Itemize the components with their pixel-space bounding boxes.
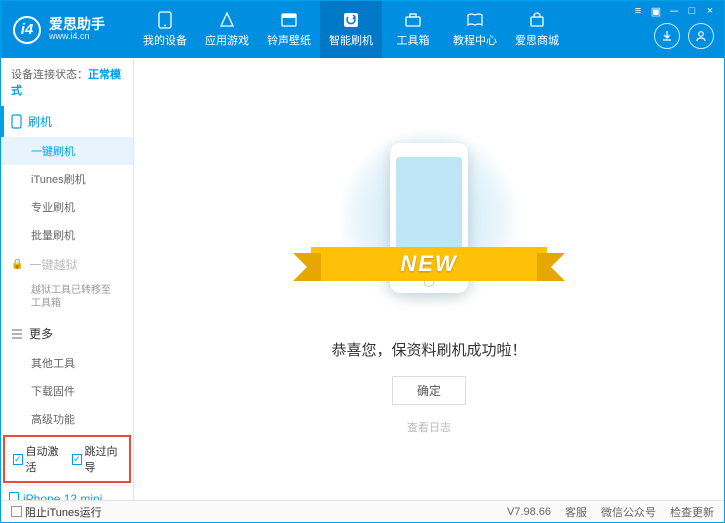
toolbox-icon (404, 11, 422, 29)
logo-icon: i4 (13, 16, 41, 44)
close-button[interactable]: × (702, 4, 718, 18)
nav-my-device[interactable]: 我的设备 (134, 1, 196, 58)
main-content: NEW 恭喜您，保资料刷机成功啦！ 确定 查看日志 (134, 58, 724, 500)
maximize-button[interactable]: □ (684, 4, 700, 18)
skin-icon[interactable]: ▣ (648, 4, 664, 18)
phone-small-icon (11, 114, 22, 129)
transfer-note: 越狱工具已转移至 工具箱 (1, 280, 133, 318)
nav-label: 教程中心 (453, 32, 497, 48)
version-label: V7.98.66 (507, 506, 551, 518)
ribbon-text: NEW (311, 247, 547, 281)
checkbox-auto-activate[interactable]: ✓自动激活 (13, 443, 62, 475)
minimize-button[interactable]: － (666, 4, 682, 18)
sidebar: 设备连接状态：正常模式 刷机 一键刷机 iTunes刷机 专业刷机 批量刷机 🔒… (1, 58, 134, 500)
nav-tutorials[interactable]: 教程中心 (444, 1, 506, 58)
device-block[interactable]: iPhone 12 mini 64GB Down-12mini-13,1 (1, 485, 133, 500)
phone-icon (156, 11, 174, 29)
sidebar-item-itunes-flash[interactable]: iTunes刷机 (1, 165, 133, 193)
nav-label: 我的设备 (143, 32, 187, 48)
nav-label: 应用游戏 (205, 32, 249, 48)
nav-toolbox[interactable]: 工具箱 (382, 1, 444, 58)
window-controls: ≡ ▣ － □ × (624, 1, 724, 21)
sidebar-item-batch-flash[interactable]: 批量刷机 (1, 221, 133, 249)
nav-smart-flash[interactable]: 智能刷机 (320, 1, 382, 58)
brand-url: www.i4.cn (49, 32, 105, 42)
footer: 阻止iTunes运行 V7.98.66 客服 微信公众号 检查更新 (1, 500, 724, 522)
sidebar-header-flash[interactable]: 刷机 (1, 106, 133, 137)
nav-ringtone-wallpaper[interactable]: 铃声壁纸 (258, 1, 320, 58)
ok-button[interactable]: 确定 (392, 376, 466, 405)
header-label: 更多 (29, 325, 53, 342)
nav-label: 工具箱 (397, 32, 430, 48)
nav-label: 铃声壁纸 (267, 32, 311, 48)
nav-apps-games[interactable]: 应用游戏 (196, 1, 258, 58)
header-label: 刷机 (28, 113, 52, 130)
sidebar-item-other-tools[interactable]: 其他工具 (1, 349, 133, 377)
nav-label: 爱思商城 (515, 32, 559, 48)
nav-label: 智能刷机 (329, 32, 373, 48)
download-button[interactable] (654, 23, 680, 49)
user-button[interactable] (688, 23, 714, 49)
logo-area: i4 爱思助手 www.i4.cn (1, 16, 134, 44)
sidebar-header-more[interactable]: 更多 (1, 318, 133, 349)
footer-update[interactable]: 检查更新 (670, 504, 714, 520)
status-label: 设备连接状态： (11, 69, 88, 81)
menu-icon[interactable]: ≡ (630, 4, 646, 18)
sidebar-item-advanced[interactable]: 高级功能 (1, 405, 133, 433)
cb-label: 跳过向导 (85, 443, 121, 475)
checkbox-row: ✓自动激活 ✓跳过向导 (3, 435, 131, 483)
footer-wechat[interactable]: 微信公众号 (601, 504, 656, 520)
view-log-link[interactable]: 查看日志 (407, 419, 451, 435)
checkbox-skip-guide[interactable]: ✓跳过向导 (72, 443, 121, 475)
phone-illustration: NEW (339, 123, 519, 313)
new-banner: NEW (311, 247, 547, 281)
apps-icon (218, 11, 236, 29)
cb-label: 自动激活 (26, 443, 62, 475)
book-icon (466, 11, 484, 29)
cb-label: 阻止iTunes运行 (25, 504, 102, 520)
header-label: 一键越狱 (29, 256, 77, 273)
nav-store[interactable]: 爱思商城 (506, 1, 568, 58)
sidebar-item-download-firmware[interactable]: 下载固件 (1, 377, 133, 405)
sidebar-item-oneclick-flash[interactable]: 一键刷机 (1, 137, 133, 165)
checkbox-block-itunes[interactable]: 阻止iTunes运行 (11, 504, 102, 520)
list-icon (11, 329, 23, 339)
footer-service[interactable]: 客服 (565, 504, 587, 520)
store-icon (528, 11, 546, 29)
titlebar: i4 爱思助手 www.i4.cn 我的设备 应用游戏 铃声壁纸 智能刷机 工具… (1, 1, 724, 58)
success-message: 恭喜您，保资料刷机成功啦！ (331, 339, 526, 360)
sidebar-item-pro-flash[interactable]: 专业刷机 (1, 193, 133, 221)
lock-icon: 🔒 (11, 259, 23, 270)
flash-icon (342, 11, 360, 29)
wallpaper-icon (280, 11, 298, 29)
sidebar-header-jailbreak[interactable]: 🔒 一键越狱 (1, 249, 133, 280)
device-name: iPhone 12 mini (9, 492, 125, 500)
brand-name: 爱思助手 (49, 17, 105, 32)
connection-status: 设备连接状态：正常模式 (1, 58, 133, 106)
